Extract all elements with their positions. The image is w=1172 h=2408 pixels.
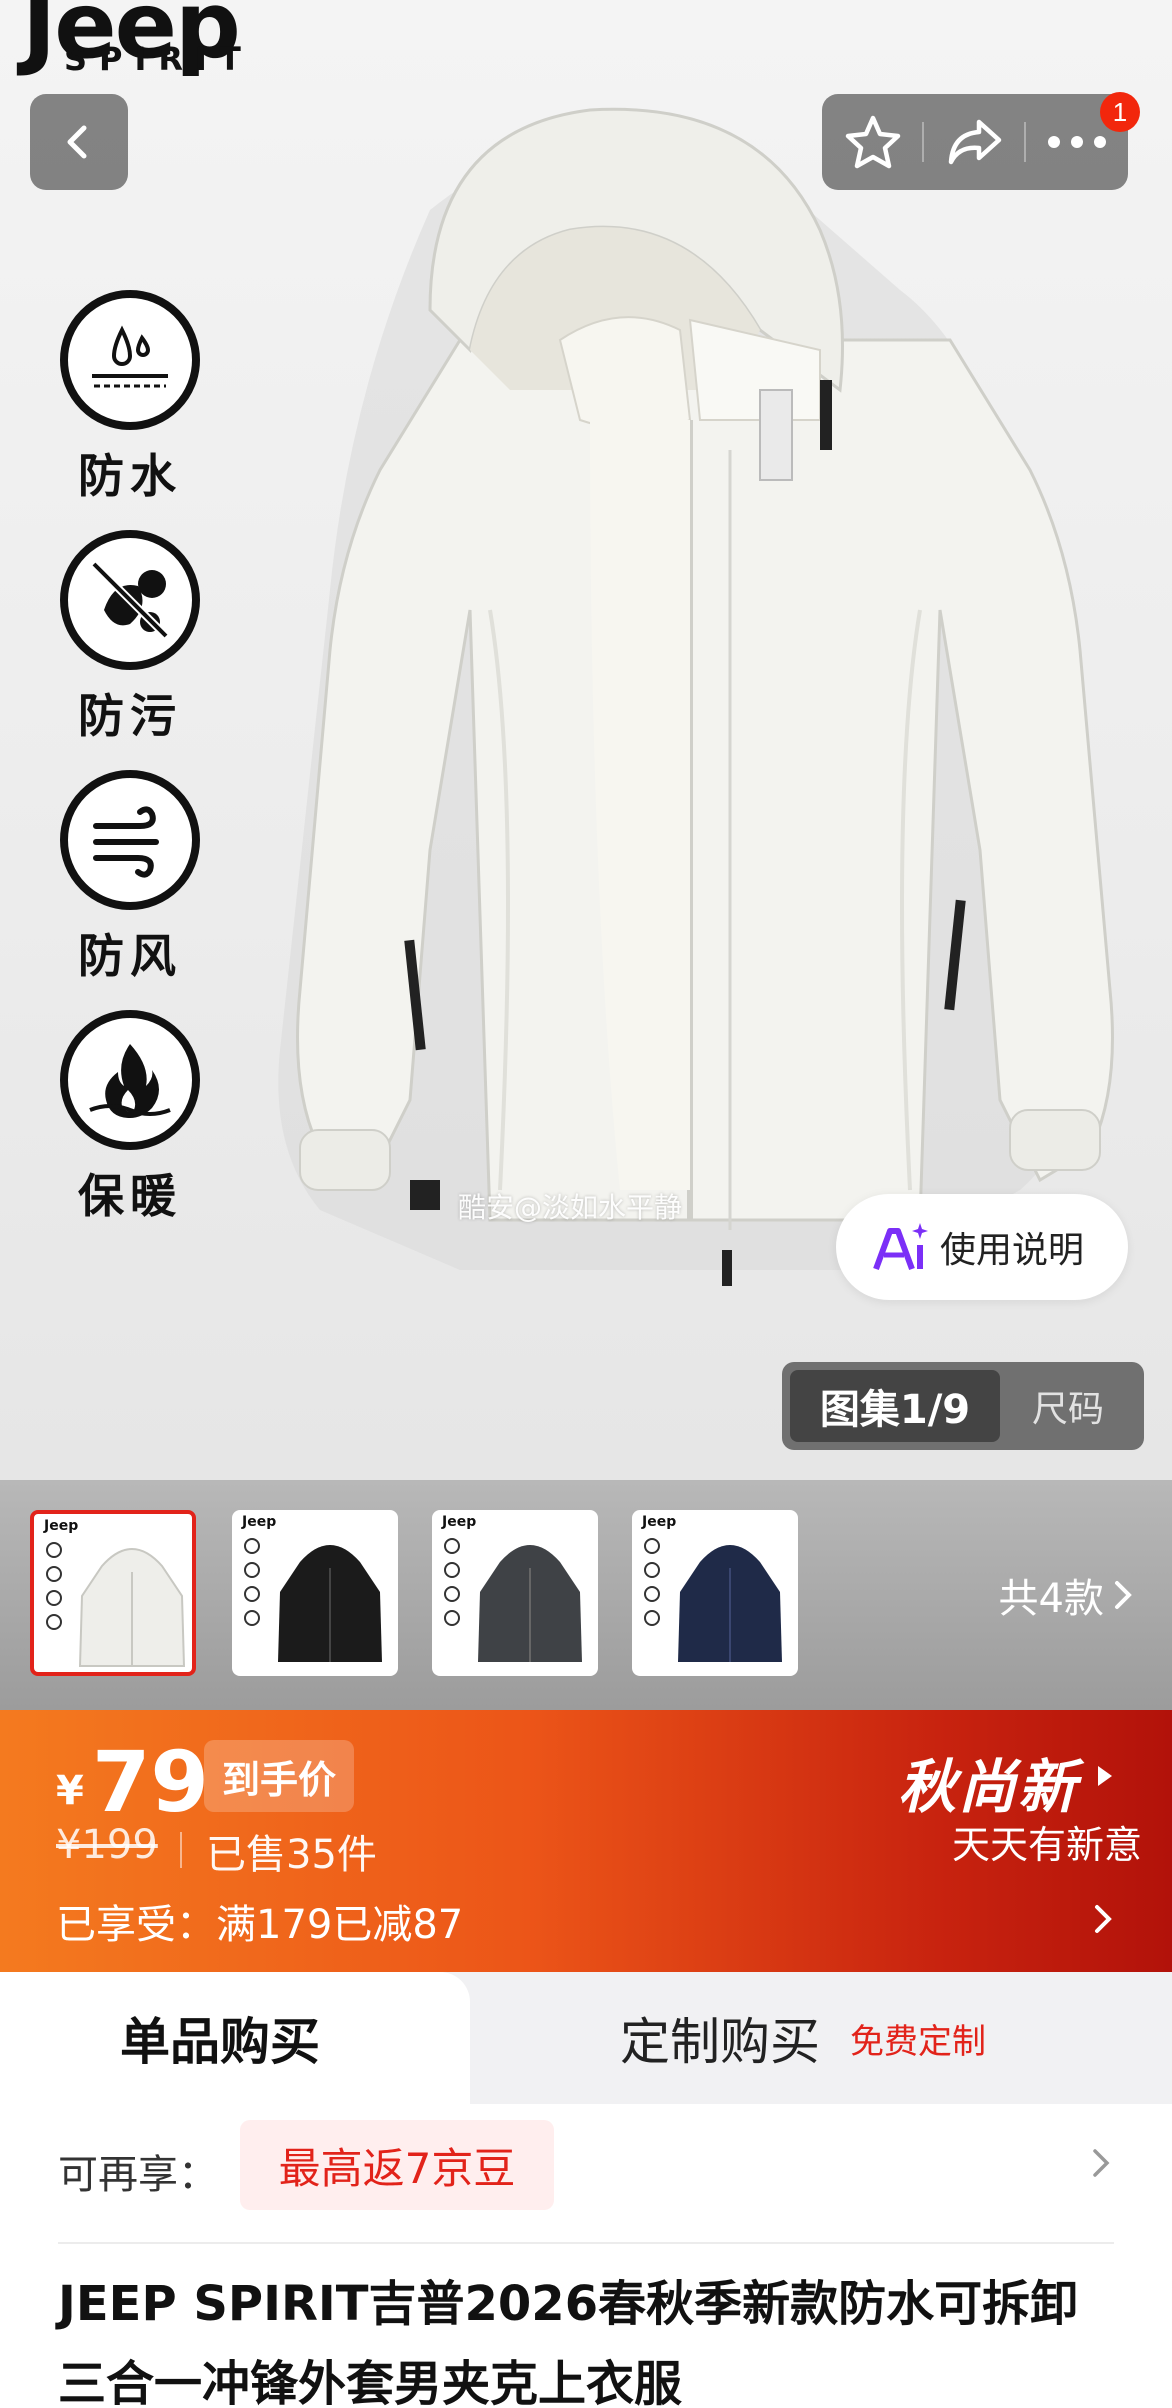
chevron-right-icon[interactable] xyxy=(1094,1904,1112,1934)
warmth-icon xyxy=(60,1010,200,1150)
feature-item: 防风 xyxy=(50,770,210,1010)
benefit-pill: 最高返7京豆 xyxy=(240,2120,554,2210)
price-currency: ¥ xyxy=(56,1768,84,1814)
product-image-gallery[interactable]: Jeep ® SPIRIT xyxy=(0,0,1172,1480)
waterproof-icon xyxy=(60,290,200,430)
favorite-button[interactable] xyxy=(822,94,924,190)
stainproof-icon xyxy=(60,530,200,670)
chevron-right-icon xyxy=(1115,1581,1132,1609)
extra-benefit-row[interactable]: 可再享： 最高返7京豆 xyxy=(0,2104,1172,2244)
variant-thumb[interactable]: Jeep xyxy=(432,1510,598,1676)
feature-label: 保暖 xyxy=(78,1169,182,1223)
season-campaign-slogan: 天天有新意 xyxy=(951,1823,1142,1867)
brand-logo: Jeep ® SPIRIT xyxy=(22,0,302,100)
brand-logo-mark: ® xyxy=(284,0,302,5)
price-amount: 79 xyxy=(92,1733,209,1831)
chevron-right-icon xyxy=(1093,2149,1110,2177)
thumb-logo: Jeep xyxy=(44,1518,79,1534)
feature-label: 防水 xyxy=(78,449,182,503)
usage-manual-label: 使用说明 xyxy=(940,1230,1085,1271)
share-icon xyxy=(948,119,1002,165)
gallery-switch: 图集1/9 尺码 xyxy=(782,1362,1144,1450)
thumb-logo: Jeep xyxy=(442,1514,477,1530)
price-banner: ¥ 79 到手价 ¥199 已售35件 已享受：满179已减87 秋尚新 天天有… xyxy=(0,1710,1172,1972)
season-campaign-title[interactable]: 秋尚新 xyxy=(898,1740,1078,1824)
watermark: 酷安@淡如水平静 xyxy=(458,1191,683,1224)
variant-count-label: 共4款 xyxy=(998,1576,1104,1622)
feature-item: 保暖 xyxy=(50,1010,210,1250)
original-price: ¥199 xyxy=(56,1822,158,1868)
thumb-logo: Jeep xyxy=(242,1514,277,1530)
sold-count: 已售35件 xyxy=(206,1832,377,1878)
variant-thumb[interactable]: Jeep xyxy=(30,1510,196,1676)
feature-item: 防水 xyxy=(50,290,210,530)
ai-icon xyxy=(873,1223,928,1271)
notification-badge: 1 xyxy=(1100,92,1140,132)
tab-single-label: 单品购买 xyxy=(120,2013,320,2071)
brand-logo-sub: SPIRIT xyxy=(64,40,253,78)
windproof-icon xyxy=(60,770,200,910)
feature-label: 防风 xyxy=(78,929,182,983)
tab-custom-label: 定制购买 xyxy=(620,2013,820,2071)
promo-text[interactable]: 已享受：满179已减87 xyxy=(56,1892,463,1950)
variant-thumb[interactable]: Jeep xyxy=(632,1510,798,1676)
chevron-left-icon xyxy=(67,125,87,159)
tab-gallery[interactable]: 图集1/9 xyxy=(790,1370,1000,1442)
usage-manual-button[interactable]: 使用说明 xyxy=(836,1194,1128,1300)
variant-count-link[interactable]: 共4款 xyxy=(999,1566,1132,1624)
star-icon xyxy=(845,115,901,169)
more-icon xyxy=(1048,136,1106,148)
price-tag: 到手价 xyxy=(204,1740,354,1812)
tab-custom-purchase[interactable]: 定制购买 免费定制 xyxy=(470,1972,1172,2104)
variant-thumb[interactable]: Jeep xyxy=(232,1510,398,1676)
variant-strip: Jeep Jeep Jeep Jeep 共4款 xyxy=(0,1480,1172,1710)
header-actions xyxy=(822,94,1128,190)
feature-item: 防污 xyxy=(50,530,210,770)
back-button[interactable] xyxy=(30,94,128,190)
product-title: JEEP SPIRIT吉普2026春秋季新款防水可拆卸三合一冲锋外套男夹克上衣服 xyxy=(58,2276,1079,2408)
benefit-label: 可再享： xyxy=(58,2152,218,2198)
jacket-image xyxy=(278,107,1114,1286)
tab-size[interactable]: 尺码 xyxy=(1000,1380,1136,1432)
thumb-logo: Jeep xyxy=(642,1514,677,1530)
share-button[interactable] xyxy=(924,94,1026,190)
purchase-tabs: 单品购买 定制购买 免费定制 xyxy=(0,1972,1172,2104)
feature-label: 防污 xyxy=(78,689,182,743)
custom-free-badge: 免费定制 xyxy=(850,2021,986,2062)
tab-single-purchase[interactable]: 单品购买 xyxy=(0,1972,470,2104)
feature-list: 防水 防污 防风 保暖 xyxy=(50,290,210,1250)
play-arrow-icon xyxy=(1098,1766,1112,1786)
